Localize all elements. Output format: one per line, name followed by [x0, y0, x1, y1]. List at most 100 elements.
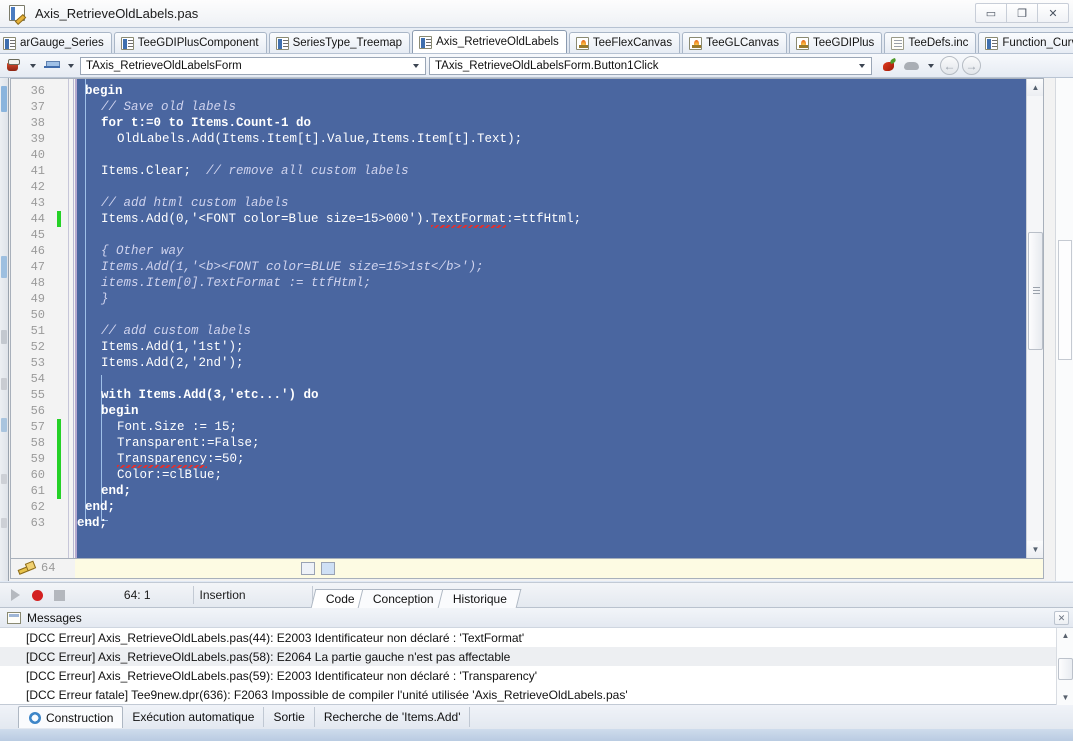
message-row[interactable]: [DCC Erreur] Axis_RetrieveOldLabels.pas(…: [0, 666, 1073, 685]
code-token: Items.Add(1,'1st');: [101, 340, 244, 354]
stop-icon[interactable]: [54, 587, 66, 603]
line-number: 42: [30, 180, 45, 194]
tab-historique[interactable]: Historique: [437, 589, 522, 608]
messages-scroll-up-arrow[interactable]: ▲: [1057, 628, 1073, 643]
cursor-position: 64: 1: [123, 588, 151, 602]
scroll-down-arrow[interactable]: ▼: [1027, 541, 1043, 558]
code-line[interactable]: Items.Add(1,'<b><FONT color=BLUE size=15…: [101, 259, 484, 275]
outer-scrollbar-thumb[interactable]: [1058, 240, 1072, 360]
code-line[interactable]: items.Item[0].TextFormat := ttfHtml;: [101, 275, 371, 291]
bottom-tab-recherche[interactable]: Recherche de 'Items.Add': [315, 707, 471, 727]
line-number: 45: [30, 228, 45, 242]
print-icon[interactable]: [42, 56, 62, 75]
cloud-dropdown-arrow[interactable]: [925, 56, 937, 75]
code-line[interactable]: end;: [77, 515, 107, 531]
left-dock-rail: [0, 78, 9, 581]
file-tab-teedefs-inc[interactable]: TeeDefs.inc: [884, 32, 977, 53]
code-text-area[interactable]: begin // Save old labels for t:=0 to Items…: [77, 79, 1026, 558]
message-row[interactable]: [DCC Erreur fatale] Tee9new.dpr(636): F2…: [0, 685, 1073, 704]
line-number: 50: [30, 308, 45, 322]
code-line[interactable]: }: [101, 291, 109, 307]
fire-project-icon: [575, 36, 589, 50]
file-tab-function-curvefitting[interactable]: Function_CurveFitting: [978, 32, 1073, 53]
editor-vertical-scrollbar[interactable]: ▲ ▼: [1026, 79, 1043, 558]
record-icon[interactable]: [32, 587, 44, 603]
messages-scrollbar[interactable]: ▲ ▼: [1056, 628, 1073, 705]
file-tab-label: TeeFlexCanvas: [592, 37, 673, 49]
view-tabs: Code Conception Historique: [310, 582, 1073, 608]
code-line[interactable]: // add custom labels: [101, 323, 251, 339]
code-token: with Items.Add(3,'etc...') do: [101, 388, 319, 402]
line-number: 57: [30, 420, 45, 434]
line-number: 48: [30, 276, 45, 290]
code-line[interactable]: for t:=0 to Items.Count-1 do: [101, 115, 311, 131]
scrollbar-thumb[interactable]: [1028, 232, 1043, 350]
pas-unit-icon: [120, 36, 134, 50]
bookmark-hammer-icon: [17, 560, 35, 575]
code-token: // add html custom labels: [101, 196, 289, 210]
file-tab-teeglcanvas[interactable]: TeeGLCanvas: [682, 32, 787, 53]
line-number: 54: [30, 372, 45, 386]
file-tab-teegdipluscomponent[interactable]: TeeGDIPlusComponent: [113, 32, 267, 53]
print-dropdown-arrow[interactable]: [65, 56, 77, 75]
code-line[interactable]: Color:=clBlue;: [117, 467, 222, 483]
navigate-back-button[interactable]: ←: [940, 56, 959, 75]
bottom-tab-sortie[interactable]: Sortie: [264, 707, 315, 727]
code-line[interactable]: Items.Add(0,'<FONT color=Blue size=15>00…: [101, 211, 581, 227]
code-line[interactable]: Transparent:=False;: [117, 435, 260, 451]
code-line[interactable]: Items.Clear; // remove all custom labels: [101, 163, 409, 179]
scroll-up-arrow[interactable]: ▲: [1027, 79, 1043, 96]
messages-scroll-down-arrow[interactable]: ▼: [1057, 690, 1073, 705]
change-marker: [57, 419, 61, 435]
line-number: 55: [30, 388, 45, 402]
bottom-tab-construction[interactable]: Construction: [18, 706, 124, 728]
code-line[interactable]: end;: [85, 499, 115, 515]
code-line[interactable]: { Other way: [101, 243, 184, 259]
message-row[interactable]: [DCC Erreur] Axis_RetrieveOldLabels.pas(…: [0, 647, 1073, 666]
outer-vertical-scrollbar[interactable]: [1055, 78, 1073, 581]
code-editor[interactable]: 36 37 38 39 40 41 42 43 44 45 46 47 48 49 50 51 52 53 54 55…: [10, 78, 1044, 559]
file-tab-argauge-series[interactable]: arGauge_Series: [0, 32, 112, 53]
code-line[interactable]: // add html custom labels: [101, 195, 289, 211]
editor-gutter: 36 37 38 39 40 41 42 43 44 45 46 47 48 49 50 51 52 53 54 55…: [11, 79, 75, 558]
code-line[interactable]: end;: [101, 483, 131, 499]
file-tab-seriestype-treemap[interactable]: SeriesType_Treemap: [268, 32, 411, 53]
bottom-tab-execution-automatique[interactable]: Exécution automatique: [123, 707, 265, 727]
code-line[interactable]: Items.Add(1,'1st');: [101, 339, 244, 355]
code-line[interactable]: begin: [101, 403, 139, 419]
code-token: end;: [77, 516, 108, 530]
run-icon[interactable]: [10, 587, 22, 603]
code-line[interactable]: begin: [85, 83, 123, 99]
class-completion-icon[interactable]: [321, 562, 335, 575]
member-selector-combo[interactable]: TAxis_RetrieveOldLabelsForm.Button1Click: [429, 56, 872, 75]
pepper-icon[interactable]: [879, 56, 899, 75]
code-line[interactable]: OldLabels.Add(Items.Item[t].Value,Items.…: [117, 131, 522, 147]
cloud-icon[interactable]: [902, 56, 922, 75]
close-button[interactable]: ✕: [1037, 3, 1069, 23]
bottom-tab-label: Recherche de 'Items.Add': [323, 710, 461, 724]
code-line[interactable]: Items.Add(2,'2nd');: [101, 355, 244, 371]
line-number: 49: [30, 292, 45, 306]
code-line[interactable]: // Save old labels: [101, 99, 236, 115]
coffee-cup-icon[interactable]: [4, 56, 24, 75]
messages-scrollbar-thumb[interactable]: [1058, 658, 1073, 680]
line-number: 52: [30, 340, 45, 354]
minimize-button[interactable]: ▭: [975, 3, 1007, 23]
file-tab-teeflexcanvas[interactable]: TeeFlexCanvas: [568, 32, 681, 53]
code-line[interactable]: Font.Size := 15;: [117, 419, 237, 435]
gear-icon: [28, 711, 42, 725]
file-tab-teegdiplus[interactable]: TeeGDIPlus: [788, 32, 883, 53]
navigate-forward-button[interactable]: →: [962, 56, 981, 75]
file-tab-axis-retrieveoldlabels[interactable]: Axis_RetrieveOldLabels: [412, 30, 567, 53]
messages-close-button[interactable]: ✕: [1054, 611, 1069, 625]
line-number: 47: [30, 260, 45, 274]
class-selector-combo[interactable]: TAxis_RetrieveOldLabelsForm: [80, 56, 426, 75]
code-line[interactable]: with Items.Add(3,'etc...') do: [101, 387, 319, 403]
code-line[interactable]: Transparency:=50;: [117, 451, 245, 467]
line-number: 36: [30, 84, 45, 98]
code-template-icon[interactable]: [301, 562, 315, 575]
tab-conception[interactable]: Conception: [357, 589, 449, 608]
coffee-dropdown-arrow[interactable]: [27, 56, 39, 75]
restore-button[interactable]: ❐: [1006, 3, 1038, 23]
message-row[interactable]: [DCC Erreur] Axis_RetrieveOldLabels.pas(…: [0, 628, 1073, 647]
